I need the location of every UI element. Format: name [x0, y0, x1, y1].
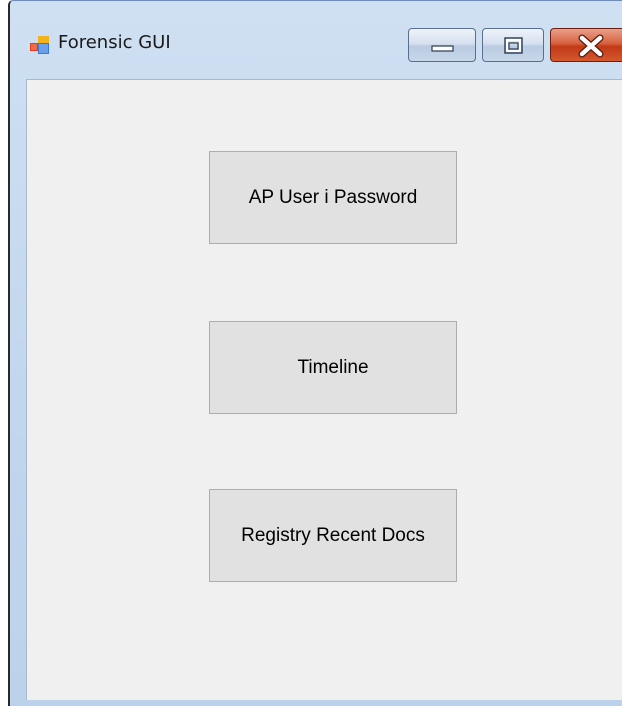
form-client-area: AP User i Password Timeline Registry Rec…: [26, 79, 622, 700]
registry-recent-docs-button[interactable]: Registry Recent Docs: [209, 489, 457, 582]
window-title: Forensic GUI: [58, 32, 171, 53]
maximize-button[interactable]: [482, 28, 544, 62]
close-button[interactable]: [550, 28, 622, 62]
minimize-button[interactable]: [408, 28, 476, 62]
app-window: Forensic GUI AP User i Password Timeline…: [8, 0, 622, 706]
timeline-button[interactable]: Timeline: [209, 321, 457, 414]
ap-user-password-button[interactable]: AP User i Password: [209, 151, 457, 244]
title-bar[interactable]: Forensic GUI: [10, 1, 622, 79]
windows-form-icon: [30, 36, 50, 54]
